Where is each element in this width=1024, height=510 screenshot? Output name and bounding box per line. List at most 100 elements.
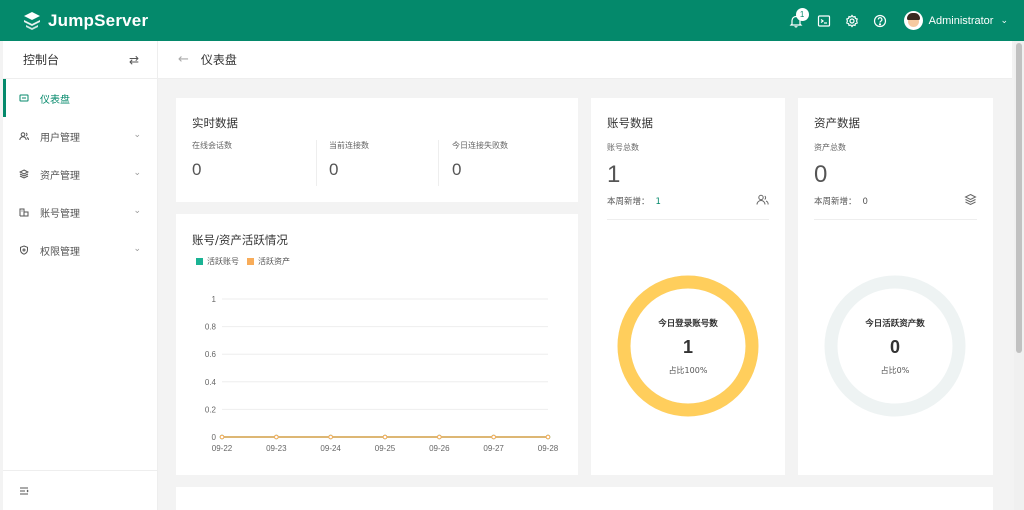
realtime-card: 实时数据 在线会话数 0 当前连接数 0 今日连接失败数 0: [176, 98, 578, 202]
collapse-icon: [20, 487, 29, 494]
notification-badge: 1: [795, 7, 809, 21]
data-point: [437, 434, 442, 440]
donut-label: 今日登录账号数: [658, 318, 718, 329]
x-tick-label: 09-23: [266, 444, 287, 453]
sidebar-item-label: 账号管理: [40, 208, 80, 220]
sidebar-item-dashboard[interactable]: 仪表盘: [3, 79, 157, 117]
logo[interactable]: JumpServer: [22, 11, 148, 31]
account-total-value: 1: [607, 161, 621, 188]
sidebar-title: 控制台: [23, 53, 60, 67]
stat-value: 0: [192, 160, 202, 179]
sidebar-item-label: 用户管理: [40, 132, 80, 144]
divider: [316, 140, 317, 186]
scrollbar-thumb[interactable]: [1016, 43, 1022, 353]
stat-label: 当前连接数: [329, 141, 369, 150]
week-label: 本周新增：: [607, 197, 650, 207]
account-total-label: 账号总数: [607, 143, 639, 152]
sidebar-item-label: 权限管理: [40, 246, 80, 258]
y-tick-label: 1: [212, 295, 217, 304]
sidebar-item-label: 资产管理: [40, 170, 80, 182]
chevron-down-icon: ⌄: [133, 168, 141, 178]
asset-week-new: 本周新增： 0: [814, 195, 868, 207]
data-point: [382, 434, 388, 440]
chevron-down-icon: ⌄: [1000, 15, 1008, 25]
chevron-down-icon: ⌄: [133, 206, 141, 216]
switch-view-icon[interactable]: ⇄: [129, 53, 139, 67]
sidebar-item-assets[interactable]: 资产管理 ⌄: [3, 155, 157, 193]
stat-label: 今日连接失败数: [452, 141, 508, 150]
collapse-sidebar-button[interactable]: [3, 470, 157, 510]
y-tick-label: 0: [212, 433, 217, 442]
donut-center: 今日登录账号数 1 占比100%: [615, 273, 761, 419]
donut-value: 0: [889, 336, 900, 357]
x-tick-label: 09-26: [429, 444, 450, 453]
account-week-new: 本周新增： 1: [607, 195, 661, 207]
help-icon[interactable]: [866, 7, 894, 35]
back-arrow-icon[interactable]: ←: [178, 52, 189, 67]
page-title: 仪表盘: [200, 53, 237, 67]
week-label: 本周新增：: [814, 197, 857, 207]
data-point: [328, 434, 333, 440]
sidebar-item-users[interactable]: 用户管理 ⌄: [3, 117, 157, 155]
failed-connections-stat: 今日连接失败数 0: [452, 140, 508, 186]
realtime-title: 实时数据: [192, 116, 238, 130]
current-connections-stat: 当前连接数 0: [329, 140, 369, 186]
account-title: 账号数据: [607, 116, 653, 130]
x-tick-label: 09-25: [375, 444, 396, 453]
account-stats-card: 账号数据 账号总数 1 本周新增： 1 今日登录账号数 1 占比100%: [591, 98, 785, 475]
layers-icon: [18, 169, 29, 180]
donut-ratio: 占比100%: [668, 365, 708, 375]
shield-icon: [18, 245, 29, 256]
chevron-down-icon: ⌄: [133, 130, 141, 140]
layers-icon: [964, 193, 977, 206]
activity-card: 账号/资产活跃情况 活跃账号 活跃资产 0 0.2 0.4 0.6 0.8 1 09-22 0…: [176, 214, 578, 475]
settings-gear-icon[interactable]: [838, 7, 866, 35]
x-tick-label: 09-22: [212, 444, 233, 453]
donut-ratio: 占比0%: [880, 365, 910, 375]
week-value: 1: [655, 197, 661, 207]
asset-total-value: 0: [814, 161, 828, 188]
x-tick-label: 09-27: [483, 444, 504, 453]
asset-stats-card: 资产数据 资产总数 0 本周新增： 0 今日活跃资产数 0 占比0%: [798, 98, 993, 475]
y-tick-label: 0.6: [205, 350, 217, 359]
user-menu[interactable]: Administrator ⌄: [903, 11, 1008, 30]
x-tick-label: 09-28: [538, 444, 559, 453]
divider: [814, 219, 977, 220]
divider: [607, 219, 769, 220]
activity-line-chart: 0 0.2 0.4 0.6 0.8 1 09-22 09-23 09-24 09-25 09-26 0…: [205, 295, 559, 453]
x-tick-label: 09-24: [320, 444, 341, 453]
stat-value: 0: [329, 160, 339, 179]
data-point: [491, 434, 496, 440]
donut-label: 今日活跃资产数: [865, 318, 925, 329]
users-icon: [756, 194, 769, 205]
asset-title: 资产数据: [814, 116, 860, 130]
jumpserver-logo-icon: [24, 11, 40, 30]
dashboard-icon: [18, 93, 29, 104]
terminal-icon[interactable]: [810, 7, 838, 35]
data-point: [219, 434, 225, 440]
account-icon: [18, 207, 29, 218]
donut-center: 今日活跃资产数 0 占比0%: [822, 273, 968, 419]
sidebar-item-label: 仪表盘: [40, 94, 70, 106]
data-point: [545, 434, 551, 440]
online-sessions-stat: 在线会话数 0: [192, 140, 232, 186]
y-tick-label: 0.8: [205, 323, 217, 332]
users-icon: [18, 131, 29, 142]
y-tick-label: 0.4: [205, 378, 217, 387]
username: Administrator: [928, 14, 994, 27]
stat-label: 在线会话数: [192, 141, 232, 150]
chevron-down-icon: ⌄: [133, 244, 141, 254]
avatar: [903, 11, 923, 30]
sidebar-item-permissions[interactable]: 权限管理 ⌄: [3, 231, 157, 269]
sidebar-item-accounts[interactable]: 账号管理 ⌄: [3, 193, 157, 231]
week-value: 0: [862, 197, 868, 207]
y-tick-label: 0.2: [205, 405, 217, 414]
asset-total-label: 资产总数: [814, 143, 846, 152]
donut-value: 1: [682, 336, 693, 357]
data-point: [274, 434, 279, 440]
page-header: ← 仪表盘: [158, 41, 1012, 79]
top-bar: JumpServer 1 Administrator ⌄: [0, 0, 1024, 41]
logo-text: JumpServer: [48, 10, 149, 30]
notification-bell-icon[interactable]: 1: [782, 7, 810, 35]
sidebar: 控制台 ⇄ 仪表盘 用户管理 ⌄ 资产管理 ⌄ 账号管理 ⌄ 权限管理 ⌄: [3, 41, 158, 510]
